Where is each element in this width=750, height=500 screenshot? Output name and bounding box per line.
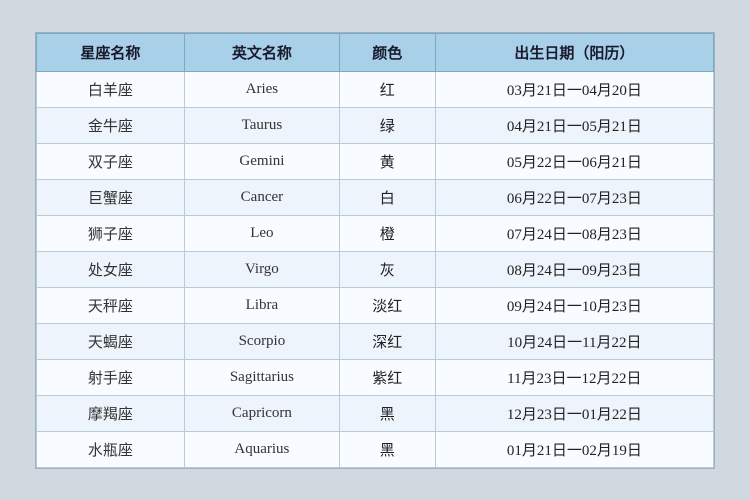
table-cell: 白羊座 [37,71,185,107]
table-cell: 05月22日一06月21日 [435,143,713,179]
col-header-english-name: 英文名称 [184,33,339,71]
table-cell: 07月24日一08月23日 [435,215,713,251]
table-row: 天蝎座Scorpio深红10月24日一11月22日 [37,323,714,359]
table-row: 双子座Gemini黄05月22日一06月21日 [37,143,714,179]
table-cell: Capricorn [184,395,339,431]
table-row: 天秤座Libra淡红09月24日一10月23日 [37,287,714,323]
table-cell: 03月21日一04月20日 [435,71,713,107]
table-cell: 橙 [339,215,435,251]
table-row: 巨蟹座Cancer白06月22日一07月23日 [37,179,714,215]
table-cell: 射手座 [37,359,185,395]
table-body: 白羊座Aries红03月21日一04月20日金牛座Taurus绿04月21日一0… [37,71,714,467]
table-cell: 灰 [339,251,435,287]
table-cell: Aries [184,71,339,107]
table-cell: 11月23日一12月22日 [435,359,713,395]
table-row: 水瓶座Aquarius黑01月21日一02月19日 [37,431,714,467]
col-header-chinese-name: 星座名称 [37,33,185,71]
table-cell: 金牛座 [37,107,185,143]
table-cell: 06月22日一07月23日 [435,179,713,215]
table-row: 射手座Sagittarius紫红11月23日一12月22日 [37,359,714,395]
table-cell: 09月24日一10月23日 [435,287,713,323]
table-cell: Scorpio [184,323,339,359]
table-cell: 白 [339,179,435,215]
table-cell: 12月23日一01月22日 [435,395,713,431]
table-cell: 10月24日一11月22日 [435,323,713,359]
table-cell: 天蝎座 [37,323,185,359]
table-cell: 04月21日一05月21日 [435,107,713,143]
table-cell: 双子座 [37,143,185,179]
table-cell: 巨蟹座 [37,179,185,215]
zodiac-table-container: 星座名称 英文名称 颜色 出生日期（阳历） 白羊座Aries红03月21日一04… [35,32,715,469]
table-cell: 淡红 [339,287,435,323]
table-cell: Taurus [184,107,339,143]
table-cell: 摩羯座 [37,395,185,431]
table-cell: 水瓶座 [37,431,185,467]
table-row: 处女座Virgo灰08月24日一09月23日 [37,251,714,287]
table-cell: 狮子座 [37,215,185,251]
table-cell: 红 [339,71,435,107]
table-header-row: 星座名称 英文名称 颜色 出生日期（阳历） [37,33,714,71]
table-cell: 紫红 [339,359,435,395]
table-cell: 天秤座 [37,287,185,323]
table-cell: Sagittarius [184,359,339,395]
table-cell: 黑 [339,395,435,431]
table-row: 狮子座Leo橙07月24日一08月23日 [37,215,714,251]
table-cell: 黑 [339,431,435,467]
table-row: 白羊座Aries红03月21日一04月20日 [37,71,714,107]
table-cell: Libra [184,287,339,323]
table-cell: 08月24日一09月23日 [435,251,713,287]
table-cell: Leo [184,215,339,251]
table-cell: 深红 [339,323,435,359]
table-cell: 黄 [339,143,435,179]
table-row: 摩羯座Capricorn黑12月23日一01月22日 [37,395,714,431]
zodiac-table: 星座名称 英文名称 颜色 出生日期（阳历） 白羊座Aries红03月21日一04… [36,33,714,468]
table-cell: Cancer [184,179,339,215]
table-row: 金牛座Taurus绿04月21日一05月21日 [37,107,714,143]
table-cell: 绿 [339,107,435,143]
table-cell: Gemini [184,143,339,179]
table-cell: Virgo [184,251,339,287]
table-cell: 01月21日一02月19日 [435,431,713,467]
table-cell: 处女座 [37,251,185,287]
table-cell: Aquarius [184,431,339,467]
col-header-color: 颜色 [339,33,435,71]
col-header-date: 出生日期（阳历） [435,33,713,71]
